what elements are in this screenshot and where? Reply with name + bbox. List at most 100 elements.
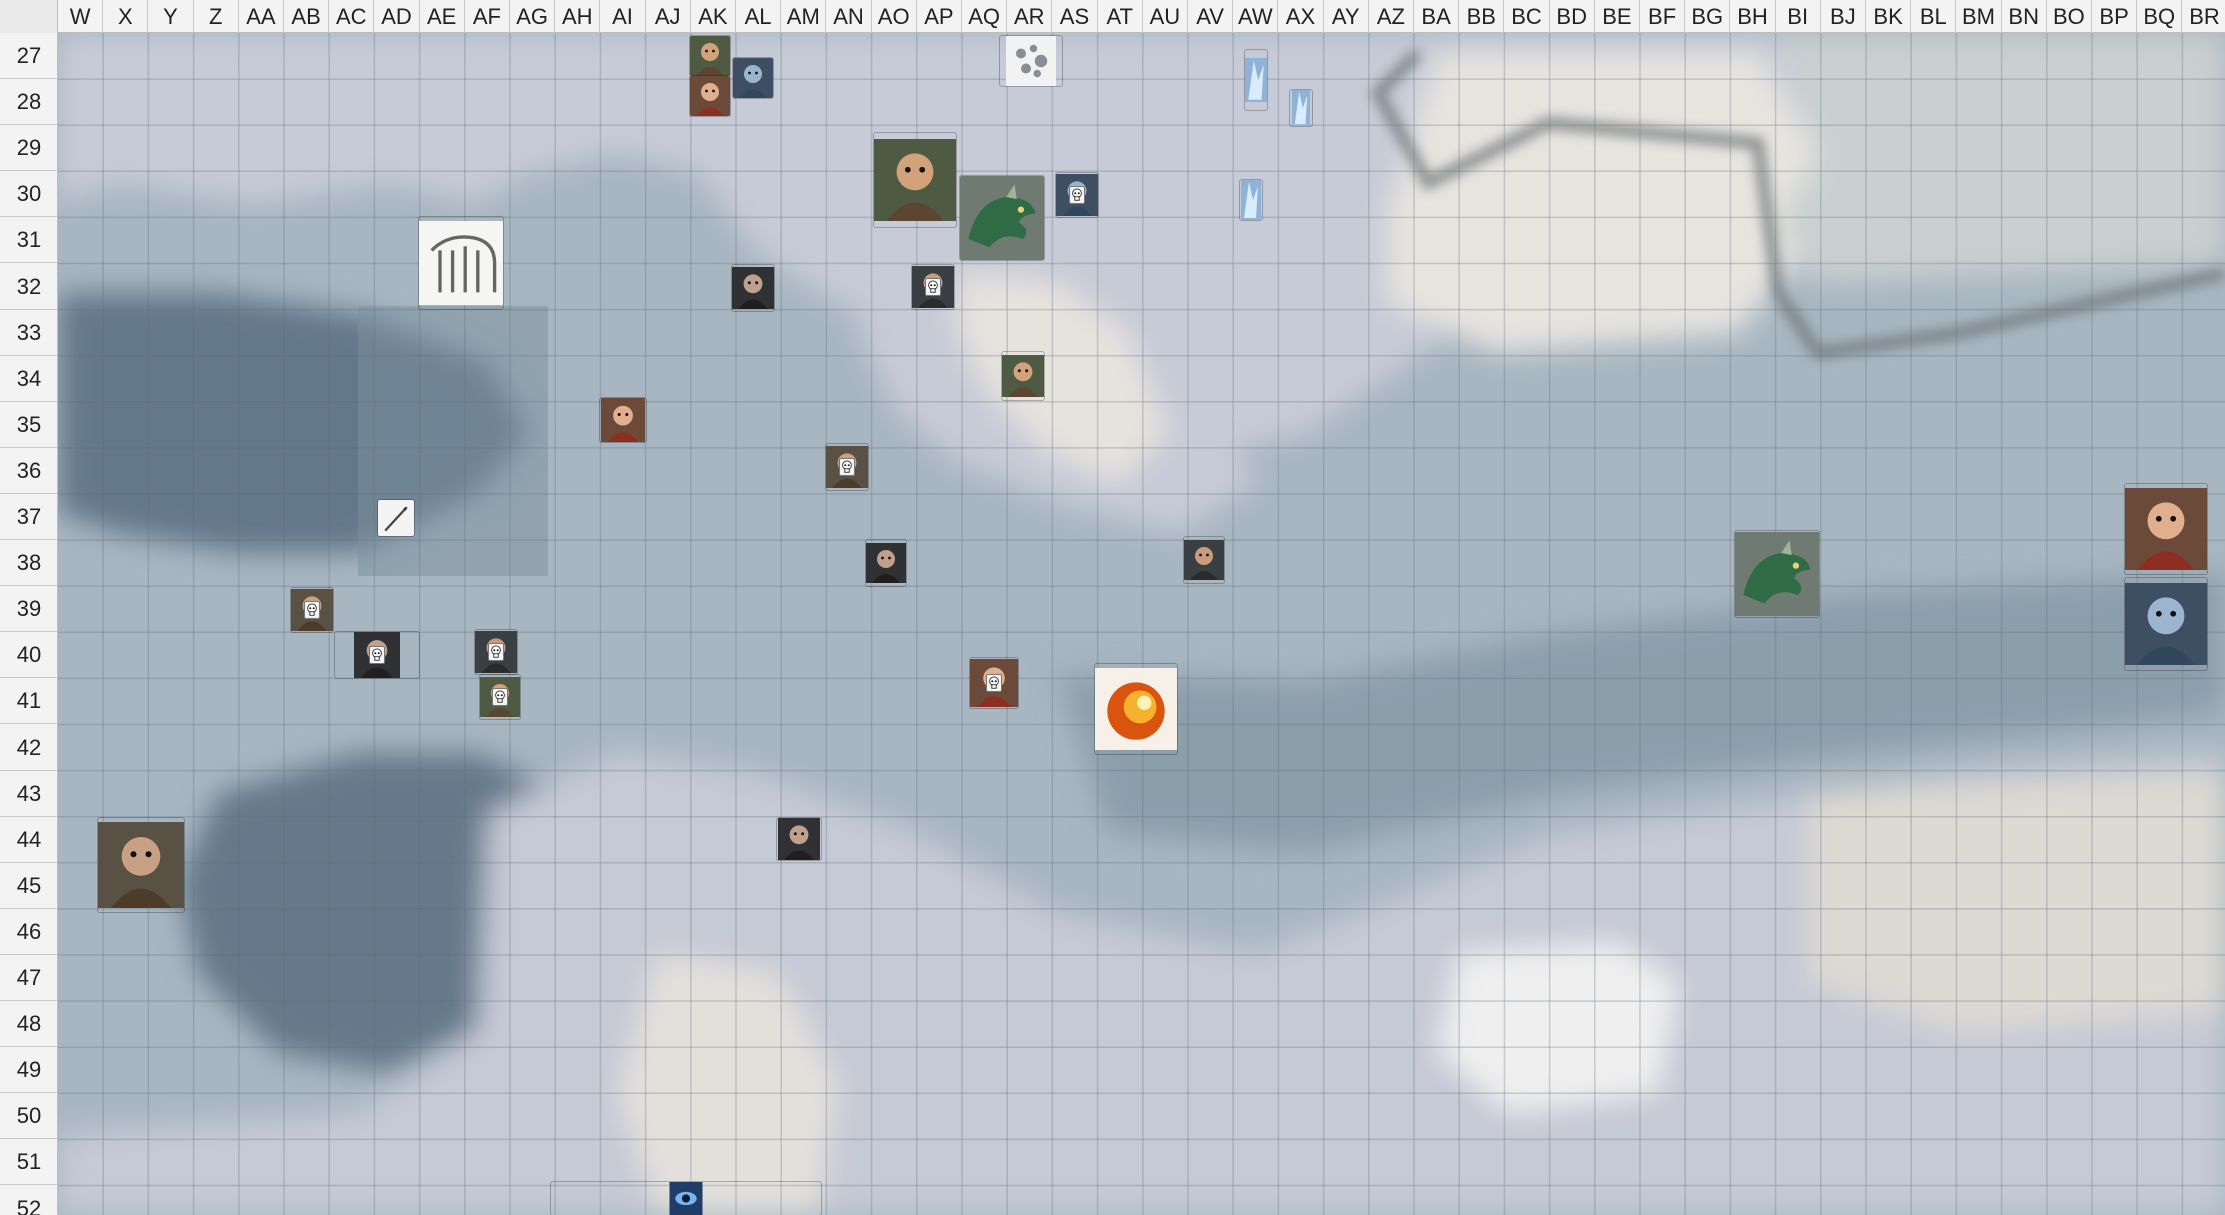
human-fighter-token-3[interactable] (733, 58, 773, 98)
hooded-rogue-token[interactable] (600, 398, 646, 442)
column-header-bj[interactable]: BJ (1821, 0, 1866, 33)
column-header-ab[interactable]: AB (284, 0, 330, 33)
corpse-token-4[interactable] (970, 658, 1018, 708)
ogre-token[interactable] (98, 818, 184, 912)
column-header-w[interactable]: W (58, 0, 104, 33)
row-header-38[interactable]: 38 (0, 540, 58, 587)
horned-orc-token[interactable] (874, 133, 956, 227)
row-header-39[interactable]: 39 (0, 586, 58, 633)
rubble-token[interactable] (1000, 36, 1062, 86)
row-header-42[interactable]: 42 (0, 725, 58, 771)
ice-shard-token-1[interactable] (1245, 50, 1267, 110)
column-header-bq[interactable]: BQ (2137, 0, 2183, 33)
row-header-46[interactable]: 46 (0, 909, 58, 955)
column-header-ao[interactable]: AO (872, 0, 917, 33)
column-header-bm[interactable]: BM (1956, 0, 2002, 33)
column-header-ay[interactable]: AY (1324, 0, 1369, 33)
column-header-ad[interactable]: AD (374, 0, 420, 33)
column-header-bp[interactable]: BP (2092, 0, 2138, 33)
column-header-ac[interactable]: AC (329, 0, 375, 33)
row-header-34[interactable]: 34 (0, 356, 58, 402)
column-header-ax[interactable]: AX (1278, 0, 1324, 33)
frost-giant-token-2[interactable] (2125, 578, 2207, 670)
column-header-an[interactable]: AN (826, 0, 872, 33)
row-header-36[interactable]: 36 (0, 448, 58, 494)
column-header-ak[interactable]: AK (691, 0, 736, 33)
row-header-28[interactable]: 28 (0, 79, 58, 126)
row-header-32[interactable]: 32 (0, 264, 58, 310)
spear-token[interactable] (378, 500, 414, 536)
blue-eye-token[interactable] (551, 1182, 821, 1215)
dark-warrior-token[interactable] (866, 540, 906, 586)
row-header-29[interactable]: 29 (0, 125, 58, 172)
row-header-50[interactable]: 50 (0, 1093, 58, 1140)
column-header-ag[interactable]: AG (510, 0, 556, 33)
column-header-af[interactable]: AF (465, 0, 510, 33)
corpse-token-3[interactable] (480, 675, 520, 719)
column-header-al[interactable]: AL (736, 0, 782, 33)
row-header-45[interactable]: 45 (0, 863, 58, 909)
column-header-bn[interactable]: BN (2002, 0, 2047, 33)
column-header-bk[interactable]: BK (1866, 0, 1912, 33)
human-fighter-token-2[interactable] (690, 76, 730, 116)
corpse-token-1[interactable] (335, 632, 419, 678)
frost-giant-token-1[interactable] (2125, 484, 2207, 574)
select-all-corner[interactable] (0, 0, 58, 33)
column-header-bo[interactable]: BO (2047, 0, 2092, 33)
column-header-as[interactable]: AS (1052, 0, 1098, 33)
column-header-aq[interactable]: AQ (962, 0, 1008, 33)
column-header-z[interactable]: Z (194, 0, 239, 33)
column-header-az[interactable]: AZ (1369, 0, 1414, 33)
row-header-35[interactable]: 35 (0, 402, 58, 448)
corpse-token-2[interactable] (475, 630, 517, 674)
ice-shard-token-3[interactable] (1240, 180, 1262, 220)
column-header-aj[interactable]: AJ (646, 0, 691, 33)
column-header-bf[interactable]: BF (1640, 0, 1686, 33)
fire-orb-token[interactable] (1095, 664, 1177, 754)
row-header-33[interactable]: 33 (0, 310, 58, 356)
column-header-bh[interactable]: BH (1730, 0, 1776, 33)
row-header-30[interactable]: 30 (0, 171, 58, 218)
column-header-x[interactable]: X (103, 0, 149, 33)
sketched-beast-token[interactable] (419, 217, 503, 309)
goblin-token[interactable] (777, 818, 821, 860)
row-header-52[interactable]: 52 (0, 1186, 58, 1215)
row-header-27[interactable]: 27 (0, 33, 58, 79)
column-header-at[interactable]: AT (1098, 0, 1143, 33)
row-header-49[interactable]: 49 (0, 1047, 58, 1094)
elf-archer-token[interactable] (1002, 352, 1044, 400)
dwarf-token[interactable] (732, 265, 774, 311)
row-header-51[interactable]: 51 (0, 1139, 58, 1186)
column-header-au[interactable]: AU (1143, 0, 1188, 33)
column-header-bl[interactable]: BL (1911, 0, 1957, 33)
human-fighter-token-1[interactable] (690, 36, 730, 76)
bearded-mage-token[interactable] (1056, 173, 1098, 217)
row-header-31[interactable]: 31 (0, 217, 58, 264)
barbarian-token[interactable] (912, 265, 954, 309)
column-header-bi[interactable]: BI (1776, 0, 1821, 33)
dead-red-cloak-token[interactable] (1184, 537, 1224, 583)
wide-hat-hunter-token[interactable] (826, 444, 868, 490)
column-header-be[interactable]: BE (1595, 0, 1640, 33)
column-header-av[interactable]: AV (1188, 0, 1234, 33)
column-header-ah[interactable]: AH (555, 0, 601, 33)
red-haired-corpse-token[interactable] (291, 588, 333, 632)
column-header-ar[interactable]: AR (1007, 0, 1053, 33)
column-header-am[interactable]: AM (781, 0, 827, 33)
row-header-40[interactable]: 40 (0, 632, 58, 679)
column-header-bg[interactable]: BG (1685, 0, 1731, 33)
row-header-37[interactable]: 37 (0, 494, 58, 540)
row-header-47[interactable]: 47 (0, 955, 58, 1001)
row-header-44[interactable]: 44 (0, 817, 58, 863)
column-header-ae[interactable]: AE (420, 0, 465, 33)
row-header-43[interactable]: 43 (0, 771, 58, 817)
row-header-41[interactable]: 41 (0, 678, 58, 725)
map-grid[interactable] (58, 33, 2225, 1215)
column-header-ba[interactable]: BA (1414, 0, 1460, 33)
column-header-bb[interactable]: BB (1459, 0, 1505, 33)
column-header-bc[interactable]: BC (1504, 0, 1550, 33)
green-dragon-token-2[interactable] (1735, 531, 1819, 617)
column-header-bd[interactable]: BD (1550, 0, 1595, 33)
column-header-ap[interactable]: AP (917, 0, 962, 33)
ice-shard-token-2[interactable] (1290, 90, 1312, 126)
